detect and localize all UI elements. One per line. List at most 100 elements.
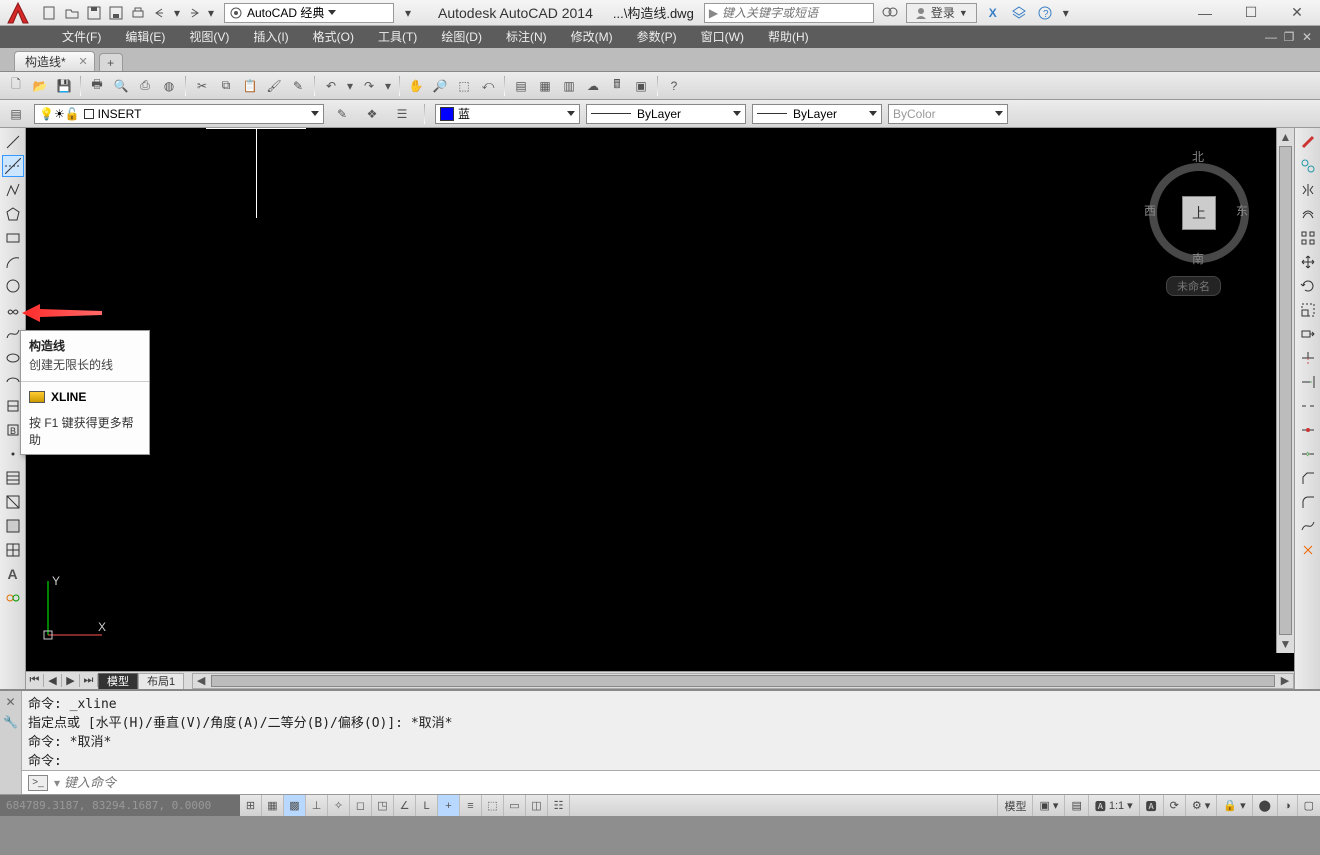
viewcube-ucs-name[interactable]: 未命名 xyxy=(1166,276,1221,296)
menu-modify[interactable]: 修改(M) xyxy=(559,26,625,48)
hatch-tool-icon[interactable] xyxy=(2,467,24,489)
layer-dropdown[interactable]: 💡 ☀ 🔓 INSERT xyxy=(34,104,324,124)
sb-sc-icon[interactable]: ◫ xyxy=(526,795,548,816)
tb-paste-icon[interactable]: 📋 xyxy=(239,75,261,97)
rotate-tool-icon[interactable] xyxy=(1297,275,1319,297)
app-menu-button[interactable] xyxy=(0,0,36,26)
tb-properties-icon[interactable]: ▤ xyxy=(510,75,532,97)
tb-open-icon[interactable]: 📂 xyxy=(29,75,51,97)
extend-tool-icon[interactable] xyxy=(1297,371,1319,393)
tb-designcenter-icon[interactable]: ▣ xyxy=(630,75,652,97)
viewcube-north[interactable]: 北 xyxy=(1192,148,1204,165)
sb-dyn-icon[interactable]: + xyxy=(438,795,460,816)
sb-osnap-icon[interactable]: ◻ xyxy=(350,795,372,816)
layer-manager-icon[interactable]: ▤ xyxy=(5,103,27,125)
line-tool-icon[interactable] xyxy=(2,131,24,153)
menu-file[interactable]: 文件(F) xyxy=(50,26,113,48)
tb-zoomwin-icon[interactable]: ⬚ xyxy=(453,75,475,97)
infocenter-search-icon[interactable] xyxy=(880,3,900,23)
exchange-icon[interactable]: X xyxy=(983,3,1003,23)
mtext-tool-icon[interactable]: A xyxy=(2,563,24,585)
breakat-tool-icon[interactable] xyxy=(1297,419,1319,441)
sb-am-icon[interactable]: ☷ xyxy=(548,795,570,816)
sb-tpy-icon[interactable]: ⬚ xyxy=(482,795,504,816)
qat-redo-icon[interactable] xyxy=(184,3,204,23)
qat-redo-dd-icon[interactable]: ▾ xyxy=(206,3,216,23)
addselected-tool-icon[interactable] xyxy=(2,587,24,609)
workspace-dropdown[interactable]: AutoCAD 经典 xyxy=(224,3,394,23)
qat-more-icon[interactable]: ▾ xyxy=(398,3,418,23)
help-icon[interactable]: ? xyxy=(1035,3,1055,23)
sb-annoauto-icon[interactable]: ⟳ xyxy=(1163,795,1185,816)
chamfer-tool-icon[interactable] xyxy=(1297,467,1319,489)
erase-tool-icon[interactable] xyxy=(1297,131,1319,153)
tb-match-icon[interactable]: 🖌 xyxy=(263,75,285,97)
tb-save-icon[interactable]: 💾 xyxy=(53,75,75,97)
layout-prev-icon[interactable]: ◀ xyxy=(44,674,62,687)
layer-prev-icon[interactable]: ✎ xyxy=(331,103,353,125)
hscroll-thumb[interactable] xyxy=(211,675,1275,687)
menu-insert[interactable]: 插入(I) xyxy=(241,26,300,48)
cmd-settings-icon[interactable]: 🔧 xyxy=(3,715,18,729)
region-tool-icon[interactable] xyxy=(2,515,24,537)
sb-ws-icon[interactable]: ⚙ ▾ xyxy=(1185,795,1216,816)
lineweight-dropdown[interactable]: ByLayer xyxy=(752,104,882,124)
arc-tool-icon[interactable] xyxy=(2,251,24,273)
menu-window[interactable]: 窗口(W) xyxy=(689,26,756,48)
tb-redo-icon[interactable]: ↷ xyxy=(358,75,380,97)
tb-cut-icon[interactable]: ✂ xyxy=(191,75,213,97)
sb-lwt-icon[interactable]: ≡ xyxy=(460,795,482,816)
qat-saveas-icon[interactable] xyxy=(106,3,126,23)
polyline-tool-icon[interactable] xyxy=(2,179,24,201)
help-search-input[interactable] xyxy=(722,6,869,20)
tb-undo-icon[interactable]: ↶ xyxy=(320,75,342,97)
new-tab-button[interactable]: + xyxy=(99,53,123,71)
layout-first-icon[interactable]: ⏮ xyxy=(26,674,44,687)
tb-pan-icon[interactable]: ✋ xyxy=(405,75,427,97)
sb-grid-icon[interactable]: ▩ xyxy=(284,795,306,816)
qat-open-icon[interactable] xyxy=(62,3,82,23)
menu-edit[interactable]: 编辑(E) xyxy=(113,26,177,48)
menu-param[interactable]: 参数(P) xyxy=(625,26,689,48)
mirror-tool-icon[interactable] xyxy=(1297,179,1319,201)
circle-tool-icon[interactable] xyxy=(2,275,24,297)
sb-annoscale-icon[interactable]: 🅰 1:1 ▾ xyxy=(1088,795,1139,816)
tb-preview-icon[interactable]: 🔍 xyxy=(110,75,132,97)
tb-new-icon[interactable]: 🗋 xyxy=(5,75,27,97)
scale-tool-icon[interactable] xyxy=(1297,299,1319,321)
stretch-tool-icon[interactable] xyxy=(1297,323,1319,345)
signin-button[interactable]: 登录 ▼ xyxy=(906,3,977,23)
qat-undo-dd-icon[interactable]: ▾ xyxy=(172,3,182,23)
break-tool-icon[interactable] xyxy=(1297,395,1319,417)
tb-copy-icon[interactable]: ⧉ xyxy=(215,75,237,97)
polygon-tool-icon[interactable] xyxy=(2,203,24,225)
mdi-restore[interactable]: ❐ xyxy=(1280,30,1298,44)
command-history[interactable]: 命令: _xline 指定点或 [水平(H)/垂直(V)/角度(A)/二等分(B… xyxy=(22,691,1320,770)
array-tool-icon[interactable] xyxy=(1297,227,1319,249)
color-dropdown[interactable]: 蓝 xyxy=(435,104,580,124)
sb-hardware-icon[interactable]: ⬤ xyxy=(1252,795,1277,816)
sb-qp-icon[interactable]: ▭ xyxy=(504,795,526,816)
vertical-scrollbar[interactable]: ▲ ▼ xyxy=(1276,128,1294,653)
cmd-close-icon[interactable]: ✕ xyxy=(5,695,15,709)
sb-quickview-icon[interactable]: ▤ xyxy=(1064,795,1087,816)
tb-markup-icon[interactable]: ☁ xyxy=(582,75,604,97)
scroll-thumb[interactable] xyxy=(1279,146,1292,635)
tb-3dprint-icon[interactable]: ◍ xyxy=(158,75,180,97)
a360-icon[interactable] xyxy=(1009,3,1029,23)
viewcube-east[interactable]: 东 xyxy=(1236,202,1248,219)
tab-close-icon[interactable]: ✕ xyxy=(78,55,87,68)
menu-view[interactable]: 视图(V) xyxy=(177,26,241,48)
menu-help[interactable]: 帮助(H) xyxy=(756,26,821,48)
sb-3dosnap-icon[interactable]: ◳ xyxy=(372,795,394,816)
tb-undo-dd[interactable]: ▾ xyxy=(344,75,356,97)
sb-annovis-icon[interactable]: 🅰 xyxy=(1139,795,1163,816)
mdi-close[interactable]: ✕ xyxy=(1298,30,1316,44)
layer-iso-icon[interactable]: ❖ xyxy=(361,103,383,125)
menu-tools[interactable]: 工具(T) xyxy=(366,26,429,48)
tb-print-icon[interactable]: 🖶 xyxy=(86,75,108,97)
minimize-button[interactable]: — xyxy=(1182,0,1228,26)
trim-tool-icon[interactable] xyxy=(1297,347,1319,369)
xline-tool-icon[interactable] xyxy=(2,155,24,177)
tb-sheetset-icon[interactable]: ▦ xyxy=(534,75,556,97)
